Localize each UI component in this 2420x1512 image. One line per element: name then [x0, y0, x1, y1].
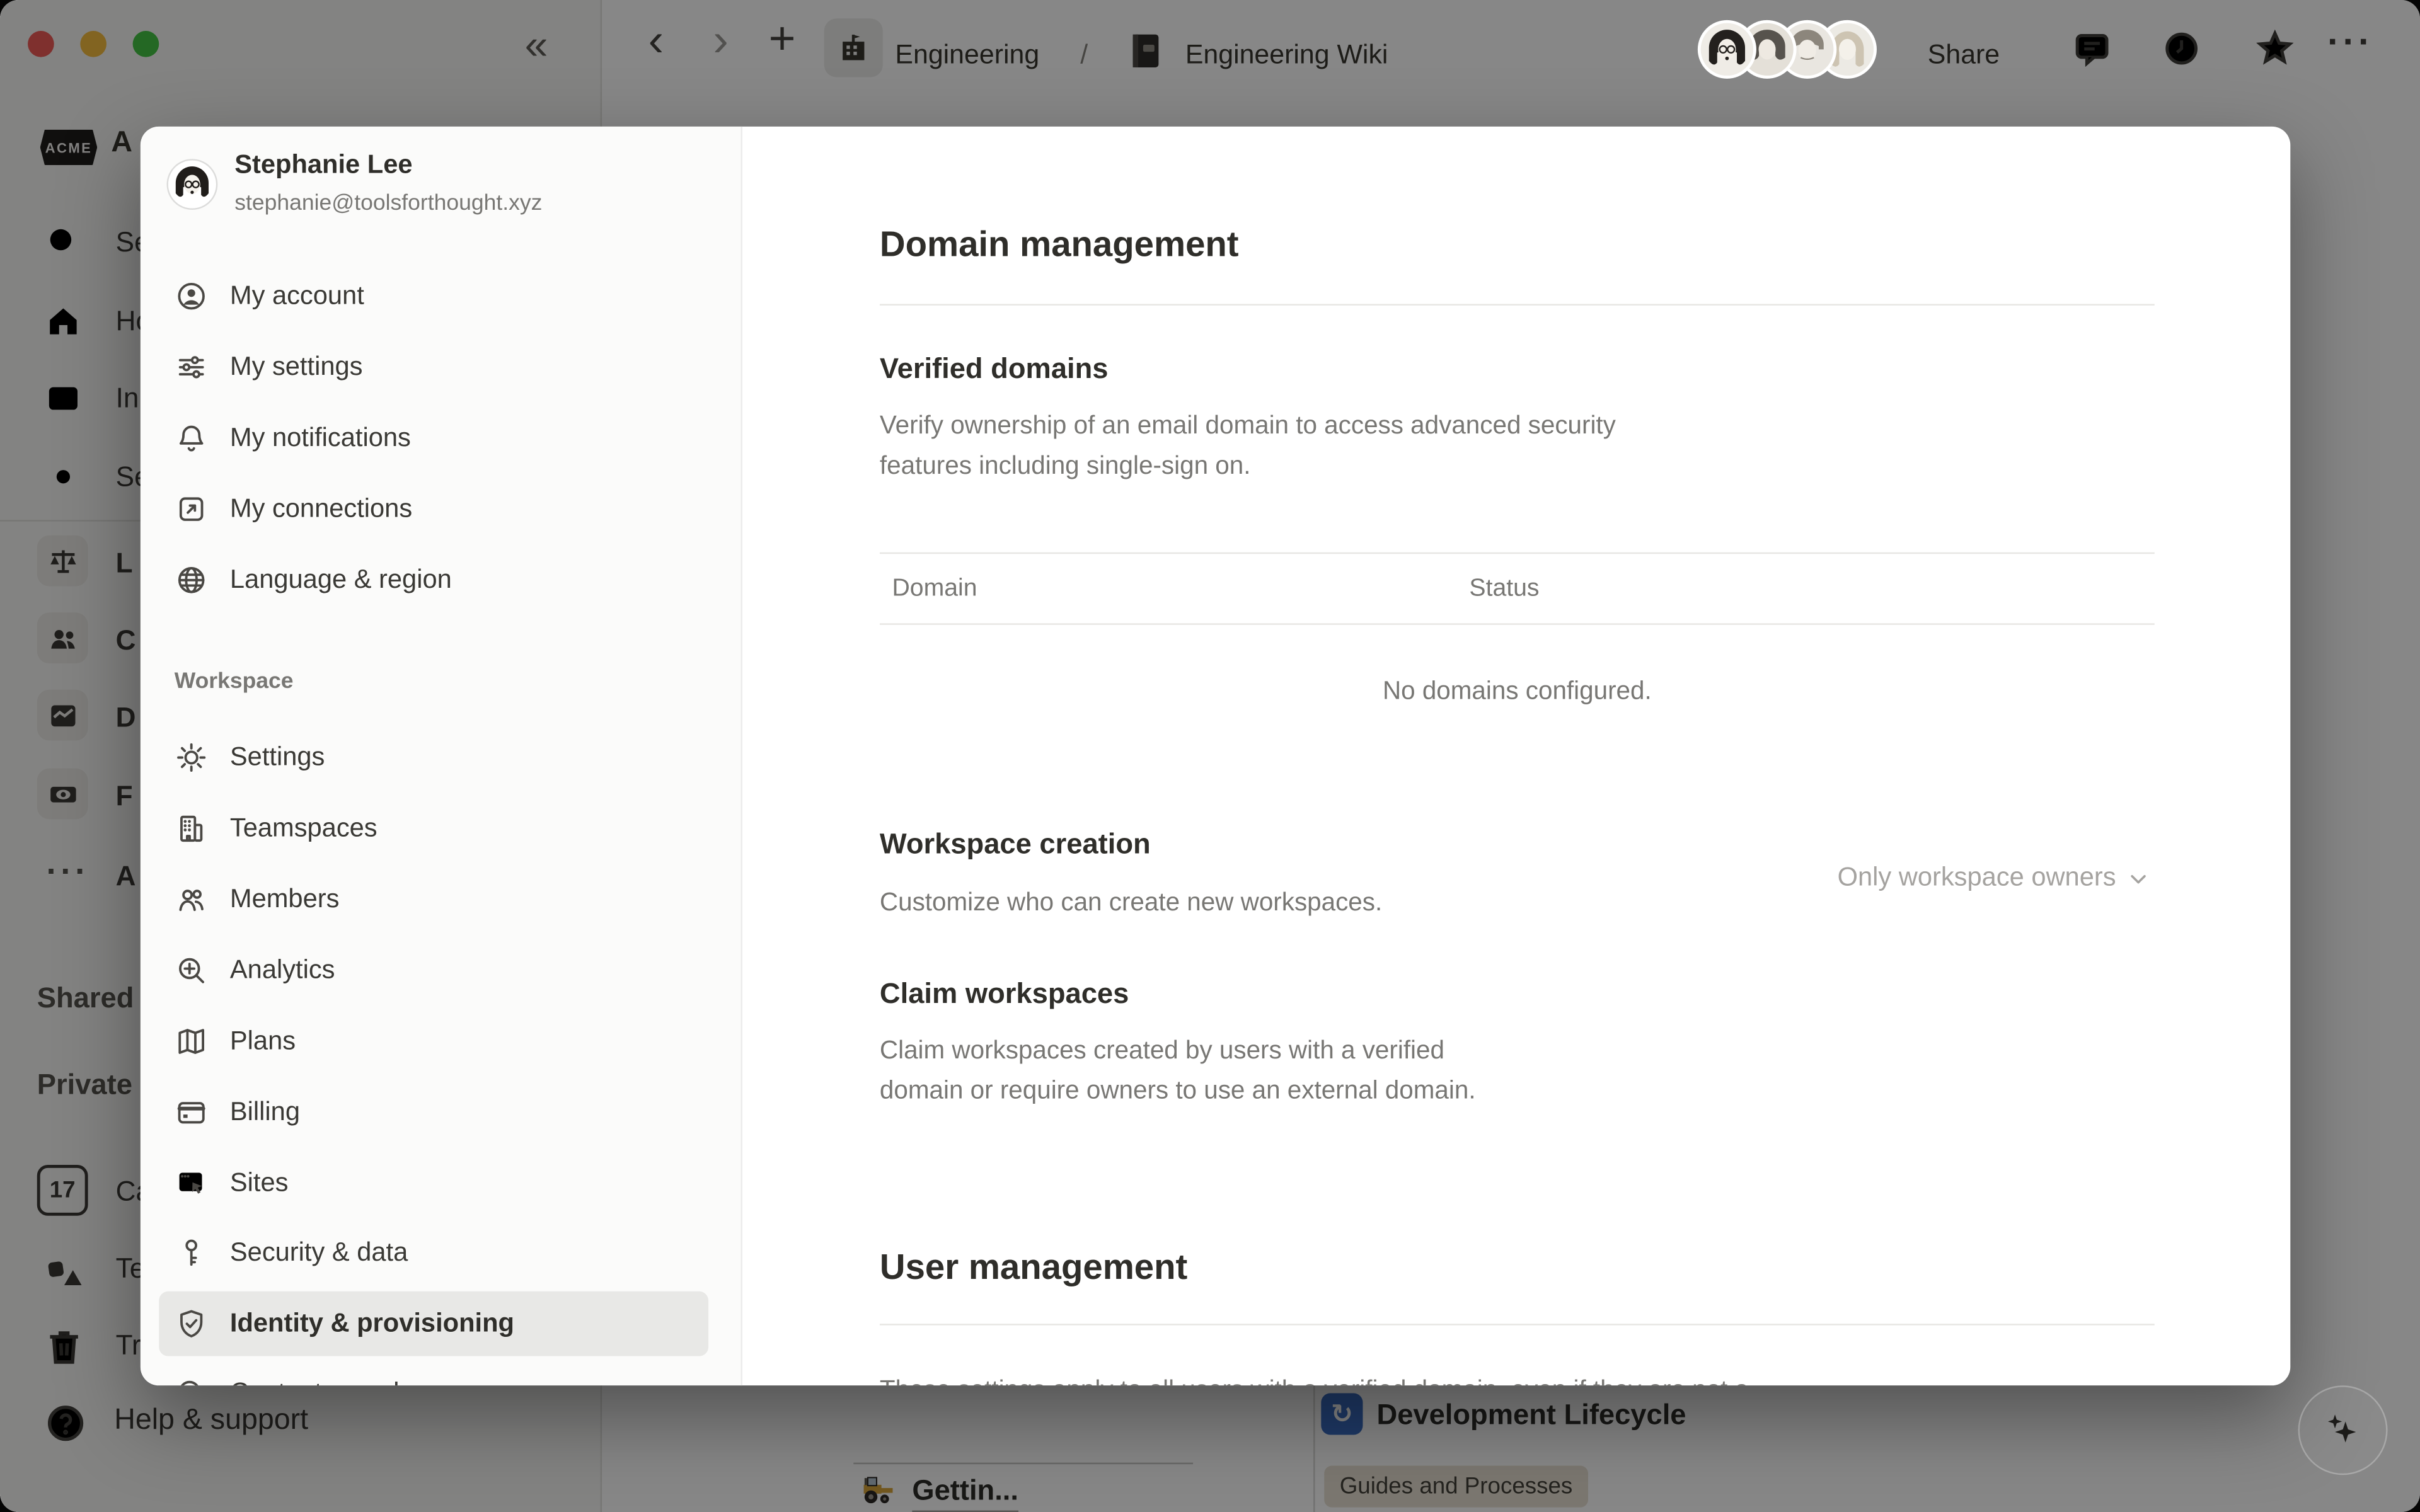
sidebar-item-label: Analytics: [230, 955, 335, 986]
map-icon: [175, 1024, 209, 1058]
table-header-domain: Domain: [892, 570, 977, 610]
sidebar-item-billing[interactable]: Billing: [159, 1080, 708, 1145]
sidebar-item-label: My notifications: [230, 423, 411, 454]
sidebar-item-my-settings[interactable]: My settings: [159, 335, 708, 399]
sidebar-item-label: Settings: [230, 742, 325, 773]
table-empty-state: No domains configured.: [880, 671, 2155, 711]
workspace-section-label: Workspace: [175, 670, 294, 694]
divider: [880, 1324, 2155, 1325]
sidebar-item-label: Security & data: [230, 1237, 408, 1268]
user-name: Stephanie Lee: [234, 150, 412, 181]
chevron-down-icon: [2128, 868, 2148, 888]
sidebar-item-label: My account: [230, 281, 364, 312]
avatar: [1698, 20, 1756, 79]
verified-domains-description: Verify ownership of an email domain to a…: [880, 406, 1616, 486]
sidebar-item-security-data[interactable]: Security & data: [159, 1220, 708, 1285]
sidebar-item-label: Billing: [230, 1097, 300, 1128]
sidebar-item-label: Plans: [230, 1026, 296, 1057]
sidebar-item-label: Sites: [230, 1168, 289, 1199]
sidebar-item-language-region[interactable]: Language & region: [159, 547, 708, 612]
sidebar-item-content-search[interactable]: Content search: [159, 1361, 708, 1385]
sidebar-item-members[interactable]: Members: [159, 867, 708, 932]
sliders-icon: [175, 350, 209, 384]
sidebar-item-my-connections[interactable]: My connections: [159, 477, 708, 542]
sidebar-item-label: Identity & provisioning: [230, 1309, 514, 1339]
table-bottom-border: [880, 623, 2155, 624]
sidebar-item-identity-provisioning[interactable]: Identity & provisioning: [159, 1292, 708, 1356]
key-icon: [175, 1236, 209, 1270]
magnifier-sparkle-icon: [175, 953, 209, 987]
sidebar-item-sites[interactable]: Sites: [159, 1151, 708, 1216]
divider: [880, 304, 2155, 305]
user-management-heading: User management: [880, 1247, 1187, 1288]
magnifier-icon: [175, 1376, 209, 1385]
claim-workspaces-description: Claim workspaces created by users with a…: [880, 1031, 1476, 1111]
settings-content: Domain management Verified domains Verif…: [880, 127, 2155, 1385]
dropdown-value: Only workspace owners: [1838, 862, 2116, 893]
sidebar-item-label: Members: [230, 884, 340, 915]
user-avatar: [168, 161, 216, 209]
gear-icon: [175, 741, 209, 775]
table-header-status: Status: [1469, 570, 1539, 610]
sidebar-item-label: Teamspaces: [230, 813, 377, 844]
sidebar-item-label: My settings: [230, 352, 363, 382]
workspace-creation-dropdown[interactable]: Only workspace owners: [1838, 862, 2148, 893]
screen: « ‹ › + Engineering / Engineering Wiki: [0, 0, 2420, 1512]
person-circle-icon: [175, 279, 209, 313]
sidebar-item-teamspaces[interactable]: Teamspaces: [159, 796, 708, 861]
sidebar-item-label: Content search: [230, 1378, 408, 1385]
arrow-up-right-square-icon: [175, 492, 209, 526]
sidebar-item-plans[interactable]: Plans: [159, 1009, 708, 1074]
workspace-creation-heading: Workspace creation: [880, 827, 1151, 861]
verified-domains-heading: Verified domains: [880, 352, 1109, 386]
credit-card-icon: [175, 1096, 209, 1130]
ai-sparkle-button: [2298, 1385, 2388, 1475]
bell-icon: [175, 421, 209, 455]
claim-workspaces-heading: Claim workspaces: [880, 976, 1129, 1011]
user-email: stephanie@toolsforthought.xyz: [234, 192, 542, 216]
shield-check-icon: [175, 1307, 209, 1341]
workspace-creation-description: Customize who can create new workspaces.: [880, 883, 1382, 923]
members-icon: [175, 883, 209, 917]
sidebar-item-my-notifications[interactable]: My notifications: [159, 406, 708, 471]
settings-modal: Stephanie Lee stephanie@toolsforthought.…: [141, 127, 2290, 1385]
sidebar-item-analytics[interactable]: Analytics: [159, 938, 708, 1003]
browser-cursor-icon: [175, 1166, 209, 1200]
app-window: « ‹ › + Engineering / Engineering Wiki: [0, 0, 2420, 1512]
sidebar-item-settings[interactable]: Settings: [159, 725, 708, 790]
sidebar-item-label: My connections: [230, 494, 412, 525]
sidebar-item-my-account[interactable]: My account: [159, 264, 708, 329]
settings-sidebar: Stephanie Lee stephanie@toolsforthought.…: [141, 127, 742, 1385]
globe-icon: [175, 563, 209, 597]
building-icon: [175, 811, 209, 845]
table-top-border: [880, 553, 2155, 554]
sidebar-item-label: Language & region: [230, 564, 452, 595]
user-management-description-clipped: These settings apply to all users with a…: [880, 1370, 2269, 1385]
sparkles-icon: [2317, 1404, 2369, 1457]
page-title: Domain management: [880, 224, 1239, 265]
